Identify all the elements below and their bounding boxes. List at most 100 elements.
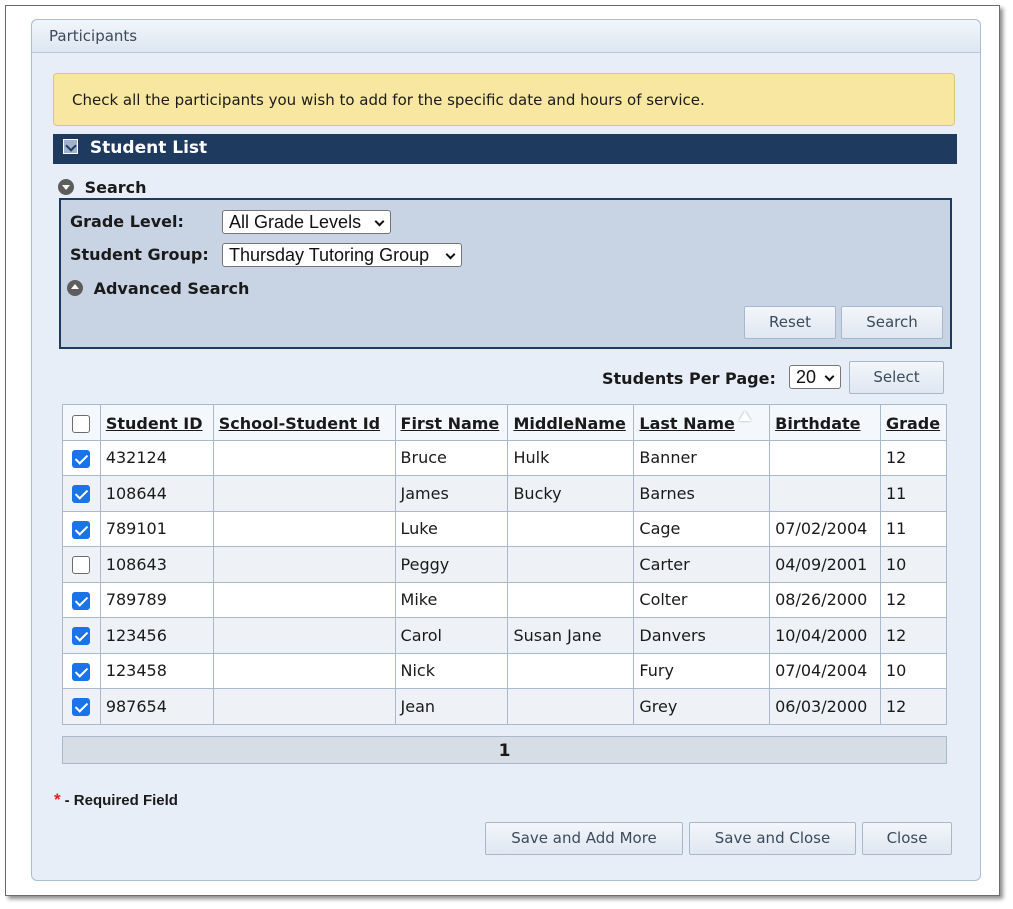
row-checkbox[interactable]: [72, 698, 91, 716]
chevron-up-circle-icon[interactable]: [67, 280, 83, 296]
table-row[interactable]: 987654 Jean Grey 06/03/2000 12: [62, 688, 948, 725]
required-text: - Required Field: [64, 792, 178, 809]
cell-student-id: 108644: [99, 475, 214, 512]
row-select-cell: [62, 617, 101, 654]
instruction-notice: Check all the participants you wish to a…: [53, 73, 955, 126]
table-row[interactable]: 432124 Bruce Hulk Banner 12: [62, 439, 948, 476]
search-toggle[interactable]: Search: [58, 177, 147, 197]
cell-school-student-id: [212, 688, 396, 725]
pager: 1: [62, 736, 947, 764]
required-star: *: [54, 790, 61, 809]
cell-middle-name: [507, 581, 635, 618]
cell-birthdate: 04/09/2001: [769, 546, 881, 583]
student-list-title: Student List: [89, 138, 208, 158]
cell-student-id: 123458: [99, 652, 214, 689]
participants-panel: Participants Check all the participants …: [31, 19, 981, 881]
cell-last-name: Cage: [633, 510, 771, 547]
cell-first-name: Carol: [394, 617, 509, 654]
cell-middle-name: [507, 688, 635, 725]
search-toggle-label: Search: [84, 178, 147, 197]
cell-grade: 11: [879, 475, 948, 512]
student-list-bar[interactable]: Student List: [53, 134, 957, 164]
per-page-label: Students Per Page:: [602, 369, 776, 388]
chevron-down-icon: [824, 371, 835, 382]
search-button[interactable]: Search: [841, 306, 943, 339]
per-page-select[interactable]: 20: [789, 365, 841, 389]
cell-grade: 10: [879, 652, 948, 689]
row-select-cell: [62, 475, 101, 512]
search-panel: Grade Level: All Grade Levels Student Gr…: [59, 198, 952, 349]
cell-first-name: Luke: [394, 510, 509, 547]
row-checkbox[interactable]: [72, 662, 91, 681]
student-group-select[interactable]: Thursday Tutoring Group: [222, 243, 462, 267]
save-and-add-more-button[interactable]: Save and Add More: [485, 822, 683, 855]
chevron-down-icon: [374, 216, 385, 227]
cell-birthdate: 10/04/2000: [769, 617, 881, 654]
advanced-search-label: Advanced Search: [93, 279, 250, 298]
row-checkbox[interactable]: [72, 591, 91, 610]
cell-school-student-id: [212, 475, 396, 512]
student-table: Student ID School-Student Id First Name …: [62, 404, 948, 725]
col-first-name[interactable]: First Name: [394, 404, 509, 441]
cell-first-name: Bruce: [394, 439, 509, 476]
table-row[interactable]: 123456 Carol Susan Jane Danvers 10/04/2000 12: [62, 617, 948, 654]
row-checkbox[interactable]: [72, 627, 91, 645]
cell-first-name: Peggy: [394, 546, 509, 583]
chevron-down-icon: [445, 249, 456, 260]
table-row[interactable]: 123458 Nick Fury 07/04/2004 10: [62, 652, 948, 689]
close-button[interactable]: Close: [862, 822, 952, 855]
select-button[interactable]: Select: [849, 361, 944, 394]
cell-birthdate: 08/26/2000: [769, 581, 881, 618]
cell-school-student-id: [212, 617, 396, 654]
col-school-student-id[interactable]: School-Student Id: [212, 404, 396, 441]
cell-last-name: Carter: [633, 546, 771, 583]
cell-birthdate: 07/04/2004: [769, 652, 881, 689]
table-row[interactable]: 789789 Mike Colter 08/26/2000 12: [62, 581, 948, 618]
cell-middle-name: [507, 652, 635, 689]
per-page-value: 20: [796, 367, 817, 387]
window-frame: Participants Check all the participants …: [5, 5, 1000, 896]
reset-button[interactable]: Reset: [744, 306, 836, 339]
cell-middle-name: [507, 546, 635, 583]
cell-middle-name: Bucky: [507, 475, 635, 512]
grade-level-select[interactable]: All Grade Levels: [222, 210, 391, 234]
row-checkbox[interactable]: [72, 449, 91, 468]
cell-last-name: Fury: [633, 652, 771, 689]
cell-last-name: Banner: [633, 439, 771, 476]
required-field-note: * - Required Field: [54, 790, 178, 810]
row-checkbox[interactable]: [72, 485, 91, 503]
row-select-cell: [62, 652, 101, 689]
col-student-id[interactable]: Student ID: [99, 404, 214, 441]
col-middle-name[interactable]: MiddleName: [507, 404, 635, 441]
cell-first-name: Jean: [394, 688, 509, 725]
col-last-name[interactable]: Last Name: [633, 404, 771, 441]
panel-header: Participants: [32, 20, 980, 53]
chevron-down-circle-icon[interactable]: [58, 179, 74, 195]
sort-ascending-icon: [738, 410, 751, 421]
table-header-row: Student ID School-Student Id First Name …: [62, 404, 948, 441]
cell-birthdate: [769, 475, 881, 512]
table-row[interactable]: 789101 Luke Cage 07/02/2004 11: [62, 510, 948, 547]
cell-school-student-id: [212, 510, 396, 547]
select-all-checkbox[interactable]: [72, 415, 91, 433]
col-birthdate[interactable]: Birthdate: [769, 404, 881, 441]
row-select-cell: [62, 688, 101, 725]
cell-grade: 10: [879, 546, 948, 583]
cell-grade: 12: [879, 617, 948, 654]
row-checkbox[interactable]: [72, 556, 91, 574]
cell-first-name: James: [394, 475, 509, 512]
cell-student-id: 987654: [99, 688, 214, 725]
collapse-icon[interactable]: [63, 139, 78, 154]
table-row[interactable]: 108643 Peggy Carter 04/09/2001 10: [62, 546, 948, 583]
col-grade[interactable]: Grade: [879, 404, 948, 441]
page-number[interactable]: 1: [499, 741, 511, 761]
cell-last-name: Barnes: [633, 475, 771, 512]
panel-title: Participants: [49, 27, 138, 45]
advanced-search-toggle[interactable]: Advanced Search: [67, 278, 249, 298]
table-row[interactable]: 108644 James Bucky Barnes 11: [62, 475, 948, 512]
cell-school-student-id: [212, 652, 396, 689]
cell-grade: 12: [879, 439, 948, 476]
save-and-close-button[interactable]: Save and Close: [689, 822, 856, 855]
cell-middle-name: [507, 510, 635, 547]
row-checkbox[interactable]: [72, 520, 91, 539]
